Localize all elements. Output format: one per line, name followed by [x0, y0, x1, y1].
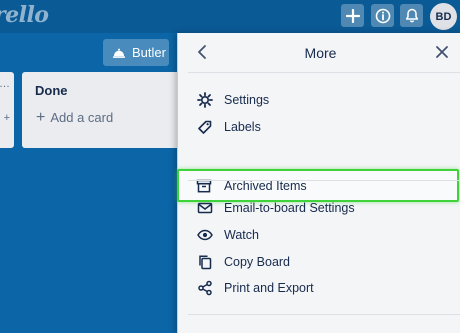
butler-bell-icon [113, 48, 125, 58]
list-title[interactable]: Done [35, 83, 68, 98]
list-partial: … + [0, 72, 14, 148]
info-icon [375, 8, 390, 23]
top-bar: rello BD [0, 0, 460, 33]
menu-item-label: Print and Export [224, 281, 314, 295]
menu-item-label: Labels [224, 120, 261, 134]
notifications-button[interactable] [400, 4, 423, 27]
menu-item-watch[interactable]: Watch [178, 222, 460, 248]
menu-item-email-to-board-settings[interactable]: Email-to-board Settings [178, 195, 460, 221]
avatar[interactable]: BD [430, 3, 457, 30]
plus-icon [345, 8, 360, 23]
create-button[interactable] [341, 4, 364, 27]
menu-item-labels[interactable]: Labels [178, 114, 460, 140]
menu-item-label: Settings [224, 93, 270, 107]
menu-item-print-and-export[interactable]: Print and Export [178, 275, 460, 301]
panel-title: More [304, 45, 337, 61]
menu-item-settings[interactable]: Settings [178, 87, 460, 113]
add-card-button[interactable]: + Add a card [36, 109, 114, 126]
divider [188, 314, 460, 315]
add-card-label: Add a card [50, 110, 114, 125]
eye-icon [197, 229, 213, 241]
info-button[interactable] [371, 4, 394, 27]
trello-logo[interactable]: rello [0, 2, 49, 28]
panel-header: More [178, 33, 460, 73]
envelope-icon [197, 202, 213, 214]
menu-item-label: Email-to-board Settings [224, 201, 355, 215]
list-done: Done + Add a card [22, 72, 192, 148]
logo-text: rello [0, 2, 49, 28]
list-menu-icon[interactable]: … [0, 78, 10, 90]
close-icon[interactable] [434, 44, 450, 60]
avatar-initials: BD [435, 10, 452, 23]
copy-icon [199, 255, 212, 270]
menu-item-label: Watch [224, 228, 259, 242]
menu-item-copy-board[interactable]: Copy Board [178, 249, 460, 275]
more-menu-panel: More Settings Labels Archived Items Emai… [177, 33, 460, 333]
plus-icon: + [36, 109, 46, 126]
divider [188, 72, 460, 73]
menu-item-label: Copy Board [224, 255, 291, 269]
butler-button[interactable]: Butler [103, 39, 169, 66]
butler-label: Butler [132, 45, 166, 60]
gear-icon [197, 92, 213, 108]
add-card-icon[interactable]: + [4, 112, 10, 124]
tag-icon [198, 120, 212, 134]
divider [188, 180, 460, 181]
bell-icon [405, 8, 418, 23]
share-icon [198, 280, 212, 296]
